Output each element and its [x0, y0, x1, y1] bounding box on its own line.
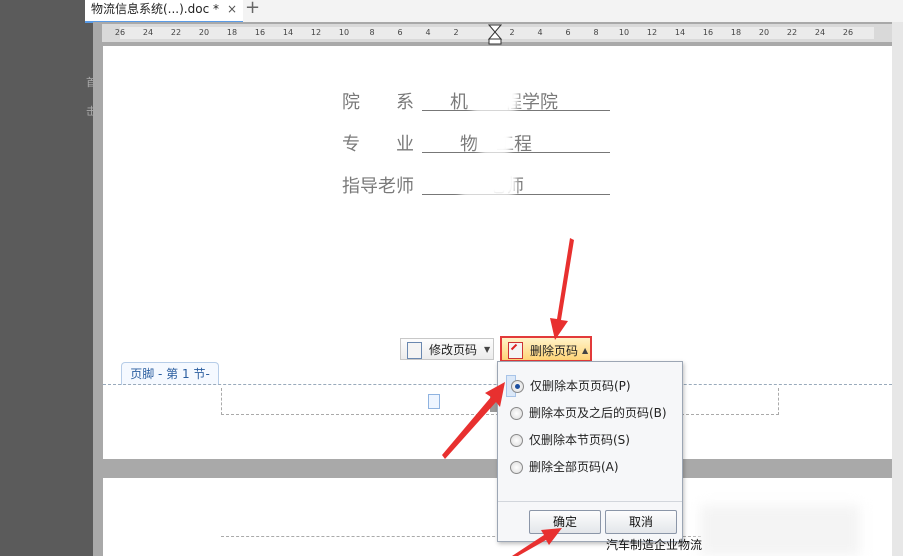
- horizontal-ruler[interactable]: 26 24 22 20 18 16 14 12 10 8 6 4 2 2 4 6 8 10 12 14 16 18 20 22…: [102, 24, 892, 45]
- left-panel: 首 击: [0, 0, 97, 556]
- ruler-number: 10: [618, 28, 630, 37]
- delete-page-number-button[interactable]: 删除页码 ▲: [500, 336, 592, 362]
- advisor-label: 指导老师: [342, 176, 414, 197]
- right-scrollbar[interactable]: [892, 22, 903, 556]
- ruler-number: 6: [565, 28, 571, 37]
- modify-page-number-button[interactable]: 修改页码 ▼: [400, 338, 494, 360]
- ruler-number: 4: [425, 28, 431, 37]
- ruler-number: 4: [537, 28, 543, 37]
- ruler-number: 20: [198, 28, 210, 37]
- ruler-number: 22: [170, 28, 182, 37]
- page-2-text: 汽车制造企业物流: [606, 538, 703, 552]
- chevron-up-icon: ▲: [582, 346, 589, 355]
- ruler-number: 24: [814, 28, 826, 37]
- ruler-number: 14: [282, 28, 294, 37]
- radio-icon[interactable]: [510, 407, 523, 420]
- ruler-number: 12: [310, 28, 322, 37]
- ruler-number: 16: [254, 28, 266, 37]
- option-label: 删除全部页码(A): [529, 460, 619, 474]
- ruler-number: 20: [758, 28, 770, 37]
- ruler-number: 2: [509, 28, 515, 37]
- ruler-number: 26: [842, 28, 854, 37]
- delete-page-icon: [508, 342, 523, 359]
- popup-divider: [498, 501, 682, 502]
- ruler-number: 18: [226, 28, 238, 37]
- option-label: 仅删除本页页码(P): [530, 379, 631, 393]
- close-icon[interactable]: ×: [227, 2, 237, 16]
- ruler-number: 12: [646, 28, 658, 37]
- cancel-button[interactable]: 取消: [605, 510, 677, 534]
- delete-page-number-popup: 仅删除本页页码(P) 删除本页及之后的页码(B) 仅删除本节页码(S) 删除全部…: [497, 361, 683, 542]
- ruler-number: 18: [730, 28, 742, 37]
- document-canvas: 26 24 22 20 18 16 14 12 10 8 6 4 2 2 4 6 8 10 12 14 16 18 20 22…: [93, 22, 892, 556]
- document-tab[interactable]: 物流信息系统(...).doc * ×: [85, 0, 244, 23]
- blur-mask: [700, 505, 860, 556]
- ruler-number: 10: [338, 28, 350, 37]
- option-label: 删除本页及之后的页码(B): [529, 406, 667, 420]
- major-label: 专 业: [342, 134, 414, 155]
- ruler-number: 2: [453, 28, 459, 37]
- ruler-number: 22: [786, 28, 798, 37]
- ruler-number: 16: [702, 28, 714, 37]
- blur-mask: [458, 170, 516, 196]
- ruler-number: 6: [397, 28, 403, 37]
- ok-button[interactable]: 确定: [529, 510, 601, 534]
- document-tab-title: 物流信息系统(...).doc *: [91, 2, 219, 16]
- page-number-icon[interactable]: [428, 394, 440, 409]
- blur-mask: [470, 86, 518, 112]
- option-delete-this-page[interactable]: 仅删除本页页码(P): [506, 375, 631, 397]
- ruler-indent-marker-icon[interactable]: [488, 24, 502, 46]
- blur-mask: [478, 130, 512, 154]
- ruler-number: 24: [142, 28, 154, 37]
- edit-page-icon: [407, 342, 422, 359]
- new-tab-icon[interactable]: +: [245, 0, 260, 18]
- radio-icon[interactable]: [510, 434, 523, 447]
- tab-bar: 物流信息系统(...).doc * × +: [85, 0, 903, 23]
- department-label: 院 系: [342, 92, 414, 113]
- ruler-number: 8: [593, 28, 599, 37]
- ruler-number: 14: [674, 28, 686, 37]
- radio-icon[interactable]: [510, 461, 523, 474]
- chevron-down-icon: ▼: [484, 345, 491, 354]
- delete-page-number-label: 删除页码: [530, 344, 579, 358]
- option-label: 仅删除本节页码(S): [529, 433, 630, 447]
- modify-page-number-label: 修改页码: [429, 343, 478, 357]
- ruler-number: 8: [369, 28, 375, 37]
- radio-selected-icon[interactable]: [511, 380, 524, 393]
- footer-section-tab[interactable]: 页脚 - 第 1 节-: [121, 362, 219, 385]
- ruler-number: 26: [114, 28, 126, 37]
